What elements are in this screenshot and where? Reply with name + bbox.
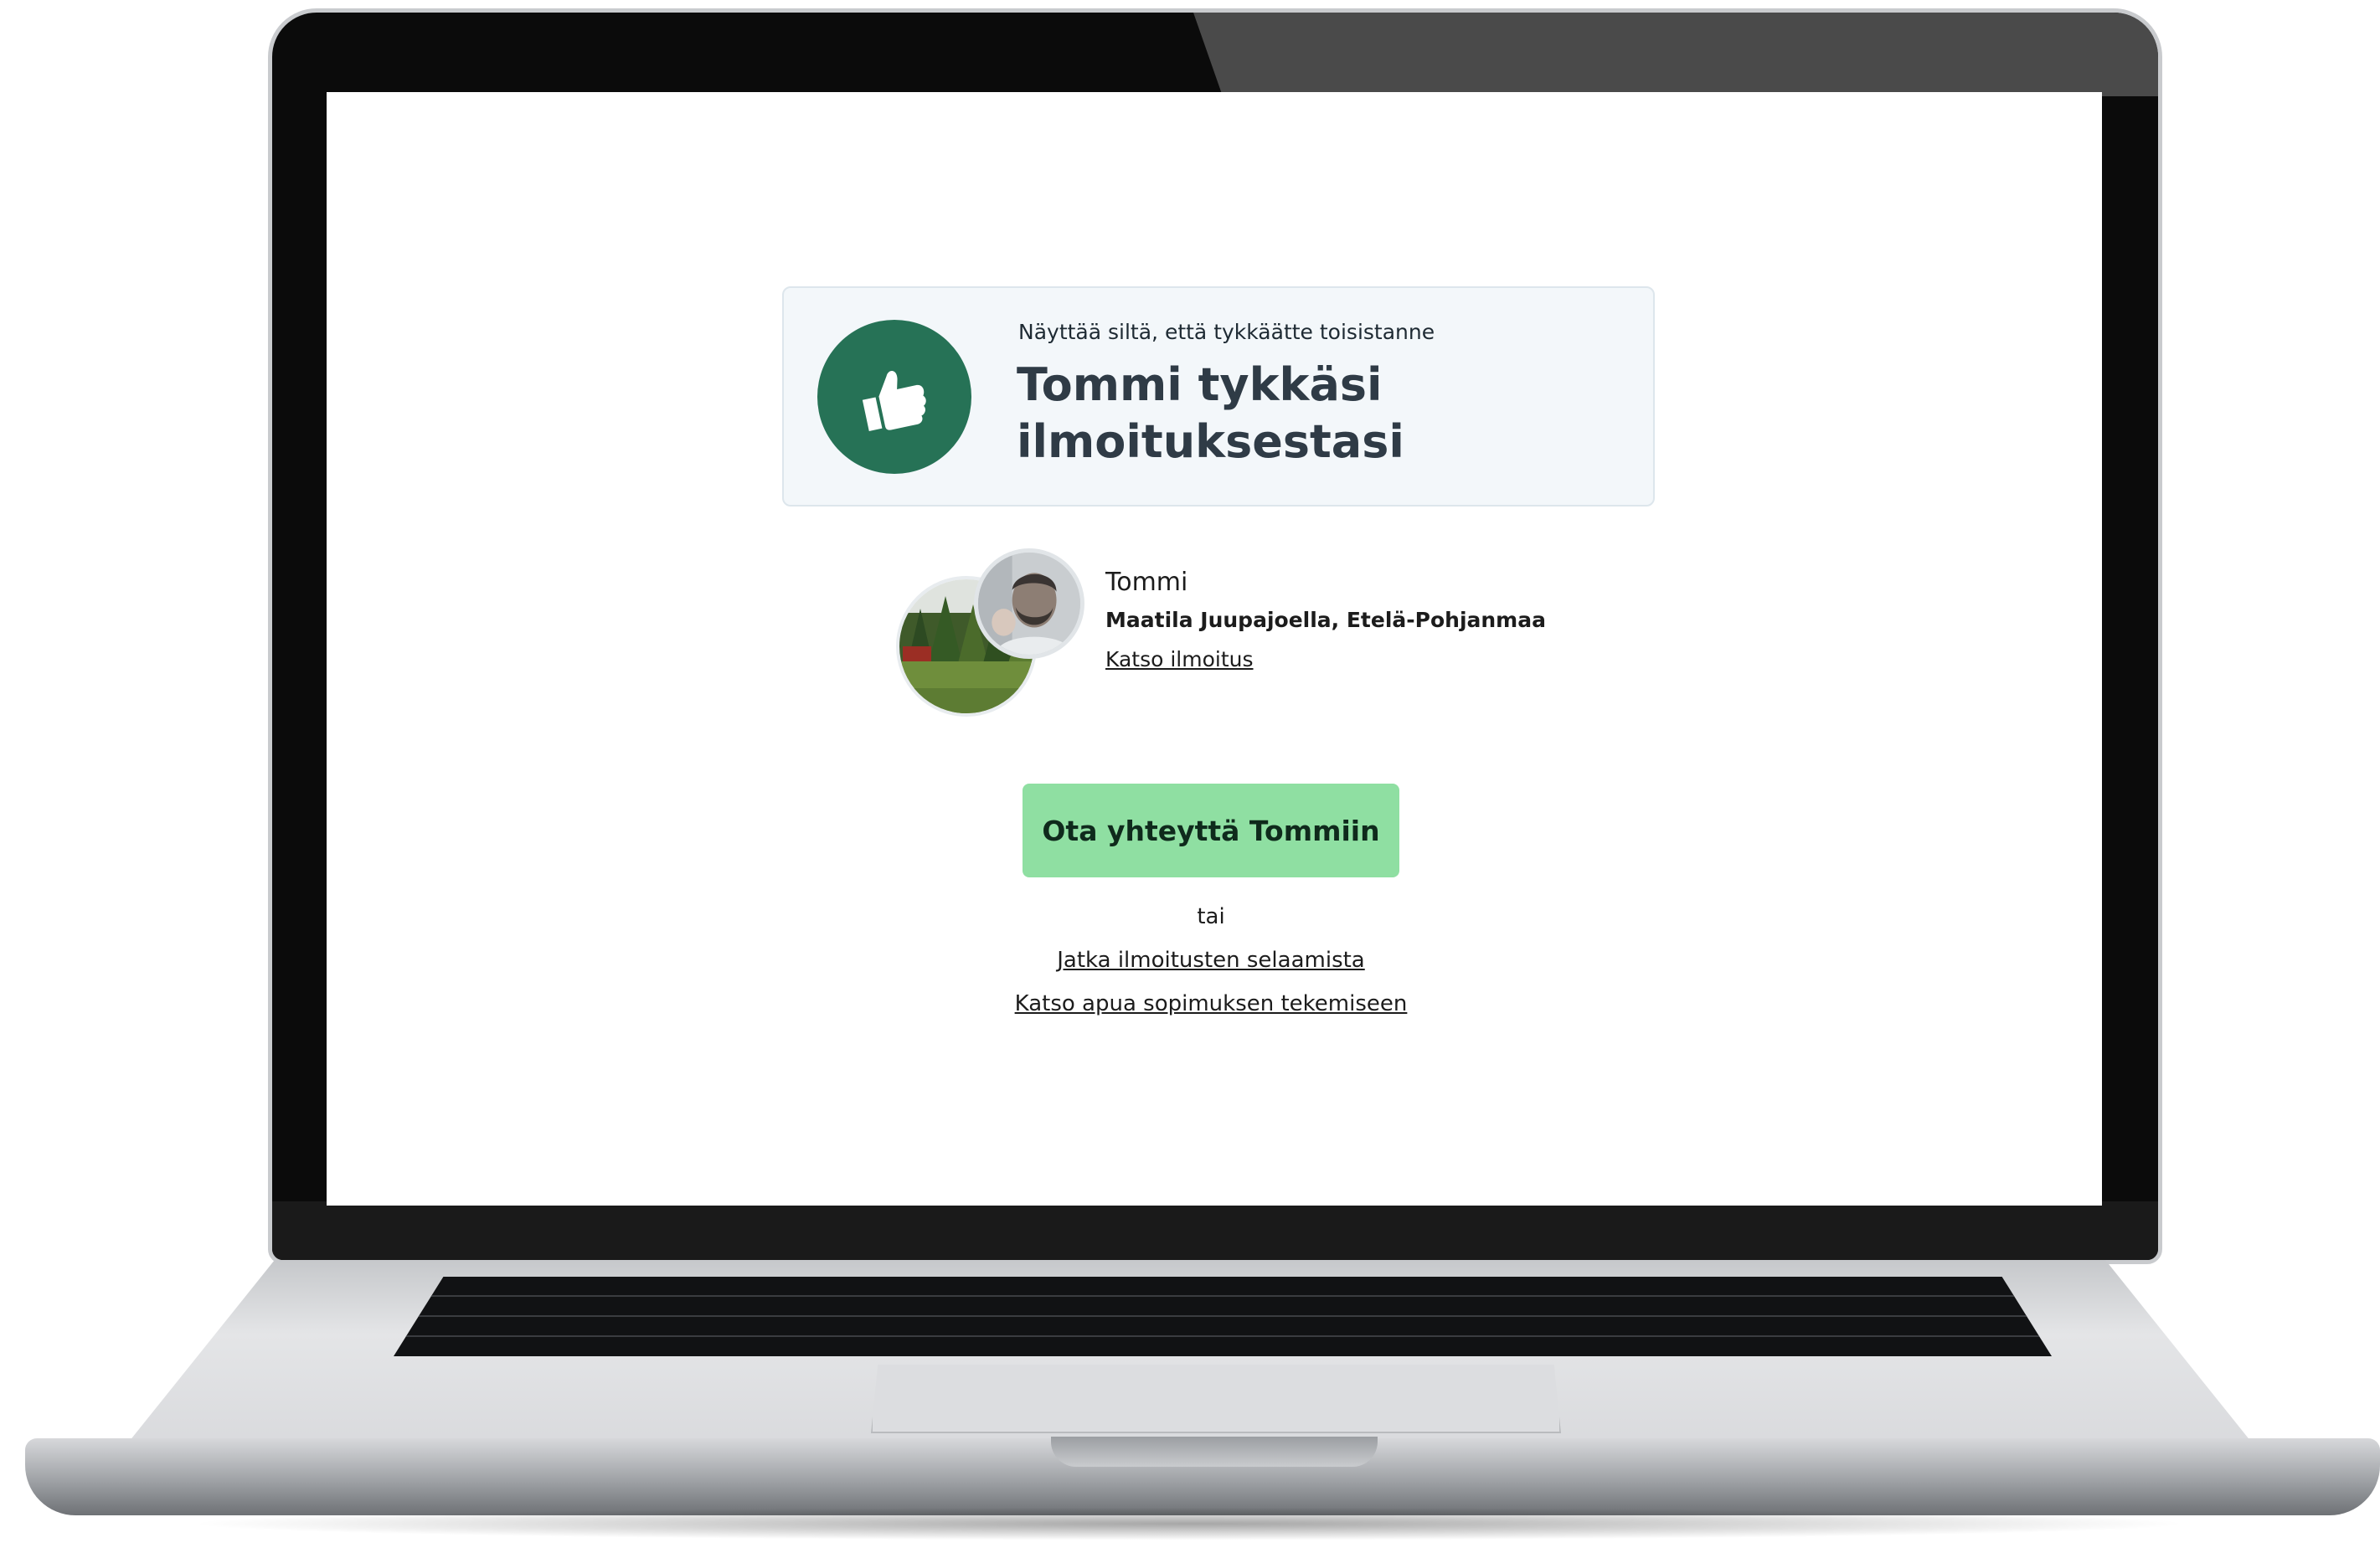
continue-browsing-link[interactable]: Jatka ilmoitusten selaamista bbox=[918, 948, 1504, 973]
keyboard-row bbox=[394, 1295, 2052, 1297]
user-avatar bbox=[974, 548, 1084, 659]
keyboard-row bbox=[394, 1335, 2052, 1337]
keyboard-row bbox=[394, 1315, 2052, 1317]
laptop-lid: Näyttää siltä, että tykkäätte toisistann… bbox=[268, 8, 2162, 1264]
person-portrait bbox=[978, 553, 1080, 655]
contract-help-link[interactable]: Katso apua sopimuksen tekemiseen bbox=[918, 991, 1504, 1016]
user-name: Tommi bbox=[1105, 568, 1188, 597]
lid-bottom-bezel bbox=[272, 1201, 2158, 1260]
laptop-mockup: Näyttää siltä, että tykkäätte toisistann… bbox=[0, 0, 2380, 1553]
laptop-trackpad bbox=[871, 1365, 1561, 1433]
notice-title: Tommi tykkäsi ilmoituksestasi bbox=[1017, 358, 1404, 468]
laptop-shadow bbox=[184, 1507, 2194, 1540]
or-separator: tai bbox=[1197, 904, 1225, 929]
laptop-lid-notch bbox=[1051, 1437, 1378, 1467]
user-location: Maatila Juupajoella, Etelä-Pohjanmaa bbox=[1105, 608, 1546, 632]
lid-glare bbox=[1193, 13, 2158, 96]
laptop-keyboard bbox=[394, 1277, 2052, 1356]
thumbs-up-badge bbox=[817, 320, 971, 474]
view-listing-link[interactable]: Katso ilmoitus bbox=[1105, 647, 1254, 671]
notice-subtitle: Näyttää siltä, että tykkäätte toisistann… bbox=[1018, 320, 1435, 344]
contact-user-button[interactable]: Ota yhteyttä Tommiin bbox=[1023, 784, 1399, 877]
laptop-screen: Näyttää siltä, että tykkäätte toisistann… bbox=[327, 92, 2102, 1206]
match-notice-card: Näyttää siltä, että tykkäätte toisistann… bbox=[782, 286, 1655, 507]
thumbs-up-icon bbox=[862, 371, 926, 431]
